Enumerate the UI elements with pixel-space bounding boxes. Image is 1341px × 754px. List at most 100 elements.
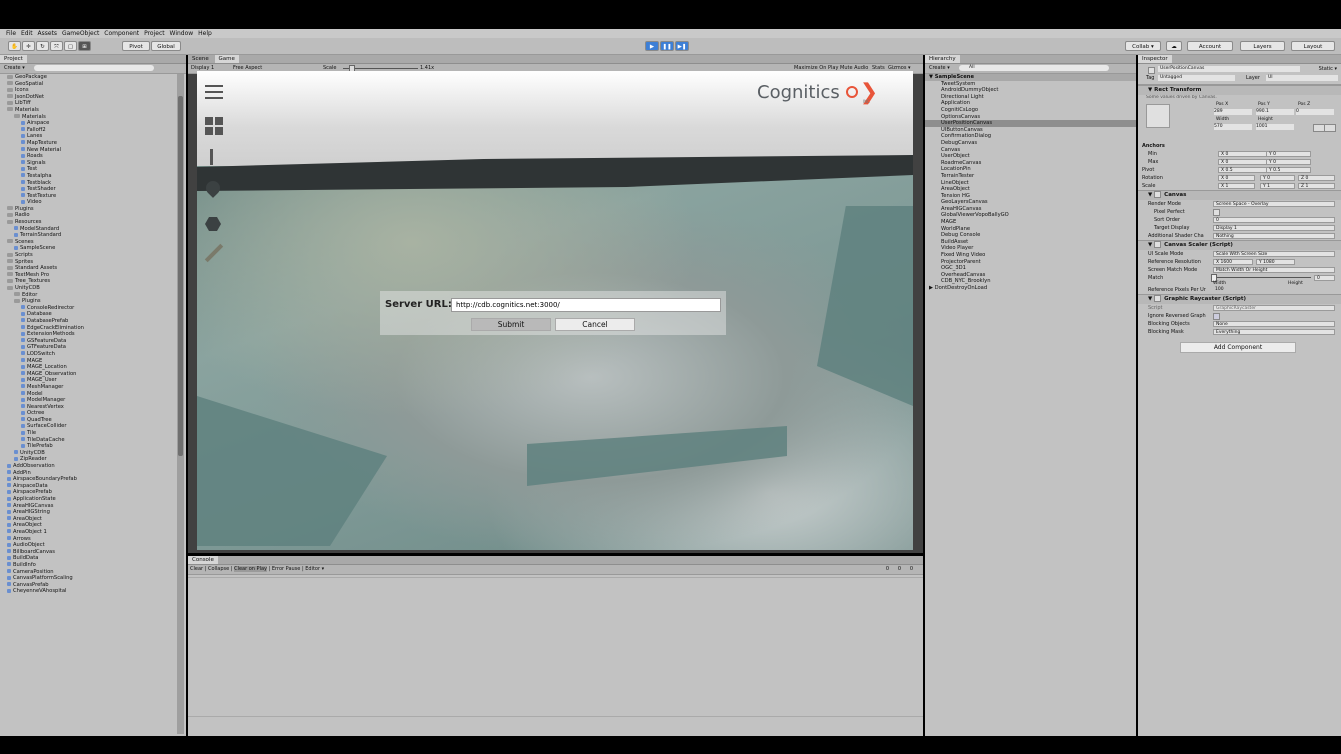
project-item[interactable]: MAGE_User xyxy=(0,377,175,384)
project-item[interactable]: ExtensionMethods xyxy=(0,331,175,338)
shader-channels-dropdown[interactable]: Nothing xyxy=(1213,233,1335,239)
project-item[interactable]: GSFeatureData xyxy=(0,338,175,345)
ref-ppu-field[interactable]: 100 xyxy=(1213,287,1335,293)
project-item[interactable]: AreaObject 1 xyxy=(0,529,175,536)
project-item[interactable]: AreaHIGCanvas xyxy=(0,503,175,510)
project-item[interactable]: GeoPackage xyxy=(0,74,175,81)
tool-icon[interactable] xyxy=(210,149,213,165)
console-warning-count[interactable]: 0 xyxy=(898,565,901,574)
pivot-toggle[interactable]: Pivot xyxy=(122,41,150,51)
scene-root[interactable]: ▼ SampleScene xyxy=(925,74,1136,81)
project-item[interactable]: Tile xyxy=(0,430,175,437)
project-item[interactable]: CanvasPrefab xyxy=(0,582,175,589)
menu-component[interactable]: Component xyxy=(104,30,139,37)
hierarchy-item[interactable]: AreaObject xyxy=(925,186,1136,193)
tab-game[interactable]: Game xyxy=(214,55,239,63)
project-item[interactable]: Model xyxy=(0,391,175,398)
match-mode-dropdown[interactable]: Match Width Or Height xyxy=(1213,267,1335,273)
project-item[interactable]: BuildData xyxy=(0,555,175,562)
ref-x-field[interactable]: X 1600 xyxy=(1213,259,1253,265)
project-item[interactable]: MAGE_Observation xyxy=(0,371,175,378)
project-item[interactable]: NearestVertex xyxy=(0,404,175,411)
pos-y-field[interactable]: 990.1 xyxy=(1256,109,1294,115)
hierarchy-item[interactable]: GeoLayersCanvas xyxy=(925,199,1136,206)
menu-project[interactable]: Project xyxy=(144,30,165,37)
transform-tool-icon[interactable]: ⊞ xyxy=(78,41,91,51)
hierarchy-item[interactable]: Application xyxy=(925,100,1136,107)
project-item[interactable]: New Material xyxy=(0,147,175,154)
project-item[interactable]: Video xyxy=(0,199,175,206)
project-item[interactable]: CheyenneVAhospital xyxy=(0,588,175,595)
project-item[interactable]: Falloff2 xyxy=(0,127,175,134)
hierarchy-item[interactable]: AndroidDummyObject xyxy=(925,87,1136,94)
project-item[interactable]: GeoSpatial xyxy=(0,81,175,88)
project-item[interactable]: Testblack xyxy=(0,180,175,187)
project-item[interactable]: LibTiff xyxy=(0,100,175,107)
static-dropdown[interactable]: Static ▾ xyxy=(1319,66,1337,72)
scroll-thumb[interactable] xyxy=(178,96,183,456)
project-item[interactable]: Tree_Textures xyxy=(0,278,175,285)
project-item[interactable]: ModelStandard xyxy=(0,226,175,233)
hierarchy-item[interactable]: GlobalViewerVopoBallyGO xyxy=(925,212,1136,219)
project-item[interactable]: AreaObject xyxy=(0,522,175,529)
hierarchy-item[interactable]: AreaHIGCanvas xyxy=(925,206,1136,213)
menu-gameobject[interactable]: GameObject xyxy=(62,30,99,37)
project-item[interactable]: BuildInfo xyxy=(0,562,175,569)
play-icon[interactable]: ▶ xyxy=(645,41,659,51)
hierarchy-search-input[interactable]: All xyxy=(959,65,1109,71)
grid-menu-icon[interactable] xyxy=(205,117,223,135)
hierarchy-create-button[interactable]: Create ▾ xyxy=(929,65,950,71)
canvas-header[interactable]: ▼ Canvas xyxy=(1138,190,1341,200)
hierarchy-item[interactable]: TerrainTester xyxy=(925,173,1136,180)
project-item[interactable]: SurfaceCollider xyxy=(0,423,175,430)
project-item[interactable]: Octree xyxy=(0,410,175,417)
project-item[interactable]: AreaObject xyxy=(0,516,175,523)
tab-hierarchy[interactable]: Hierarchy xyxy=(925,55,960,63)
hierarchy-item[interactable]: Fixed Wing Video xyxy=(925,252,1136,259)
ui-scale-dropdown[interactable]: Scale With Screen Size xyxy=(1213,251,1335,257)
hand-tool-icon[interactable]: ✋ xyxy=(8,41,21,51)
layout-dropdown[interactable]: Layout xyxy=(1291,41,1335,51)
raycaster-checkbox[interactable] xyxy=(1154,295,1162,302)
project-item[interactable]: MAGE xyxy=(0,358,175,365)
project-item[interactable]: LODSwitch xyxy=(0,351,175,358)
menu-file[interactable]: File xyxy=(6,30,16,37)
menu-window[interactable]: Window xyxy=(170,30,194,37)
hierarchy-item[interactable]: OverheadCanvas xyxy=(925,272,1136,279)
project-item[interactable]: Scripts xyxy=(0,252,175,259)
project-item[interactable]: Airspace xyxy=(0,120,175,127)
console-clear-on-play-button[interactable]: Clear on Play xyxy=(234,566,267,572)
console-info-count[interactable]: 0 xyxy=(886,565,889,574)
move-tool-icon[interactable]: ✛ xyxy=(22,41,35,51)
project-item[interactable]: Database xyxy=(0,311,175,318)
project-scrollbar[interactable] xyxy=(177,74,184,734)
project-item[interactable]: Standard Assets xyxy=(0,265,175,272)
project-item[interactable]: ZipReader xyxy=(0,456,175,463)
canvas-scaler-header[interactable]: ▼ Canvas Scaler (Script) xyxy=(1138,240,1341,250)
pause-icon[interactable]: ❚❚ xyxy=(660,41,674,51)
pos-z-field[interactable]: 0 xyxy=(1296,109,1334,115)
project-item[interactable]: BillboardCanvas xyxy=(0,549,175,556)
hierarchy-item[interactable]: CognitiCsLogo xyxy=(925,107,1136,114)
hierarchy-item[interactable]: LocationPin xyxy=(925,166,1136,173)
rot-y-field[interactable]: Y 0 xyxy=(1260,175,1295,181)
object-name-field[interactable]: UserPositionCanvas xyxy=(1158,66,1300,72)
console-collapse-button[interactable]: Collapse xyxy=(208,566,229,572)
project-item[interactable]: GTFeatureData xyxy=(0,344,175,351)
account-dropdown[interactable]: Account xyxy=(1187,41,1233,51)
tag-dropdown[interactable]: Untagged xyxy=(1158,75,1235,81)
project-item[interactable]: Plugins xyxy=(0,298,175,305)
width-field[interactable]: 570 xyxy=(1214,124,1252,130)
console-error-pause-button[interactable]: Error Pause xyxy=(272,566,300,572)
rect-transform-header[interactable]: ▼ Rect Transform xyxy=(1138,85,1341,95)
hierarchy-item[interactable]: UIButtonCanvas xyxy=(925,127,1136,134)
project-item[interactable]: Materials xyxy=(0,107,175,114)
scale-x-field[interactable]: X 1 xyxy=(1218,183,1255,189)
project-item[interactable]: Lanes xyxy=(0,133,175,140)
anchor-preset-icon[interactable] xyxy=(1146,104,1170,128)
console-error-count[interactable]: 0 xyxy=(910,565,913,574)
project-item[interactable]: TerrainStandard xyxy=(0,232,175,239)
project-item[interactable]: ModelManager xyxy=(0,397,175,404)
hierarchy-item[interactable]: Directional Light xyxy=(925,94,1136,101)
layer-dropdown[interactable]: UI xyxy=(1266,75,1338,81)
